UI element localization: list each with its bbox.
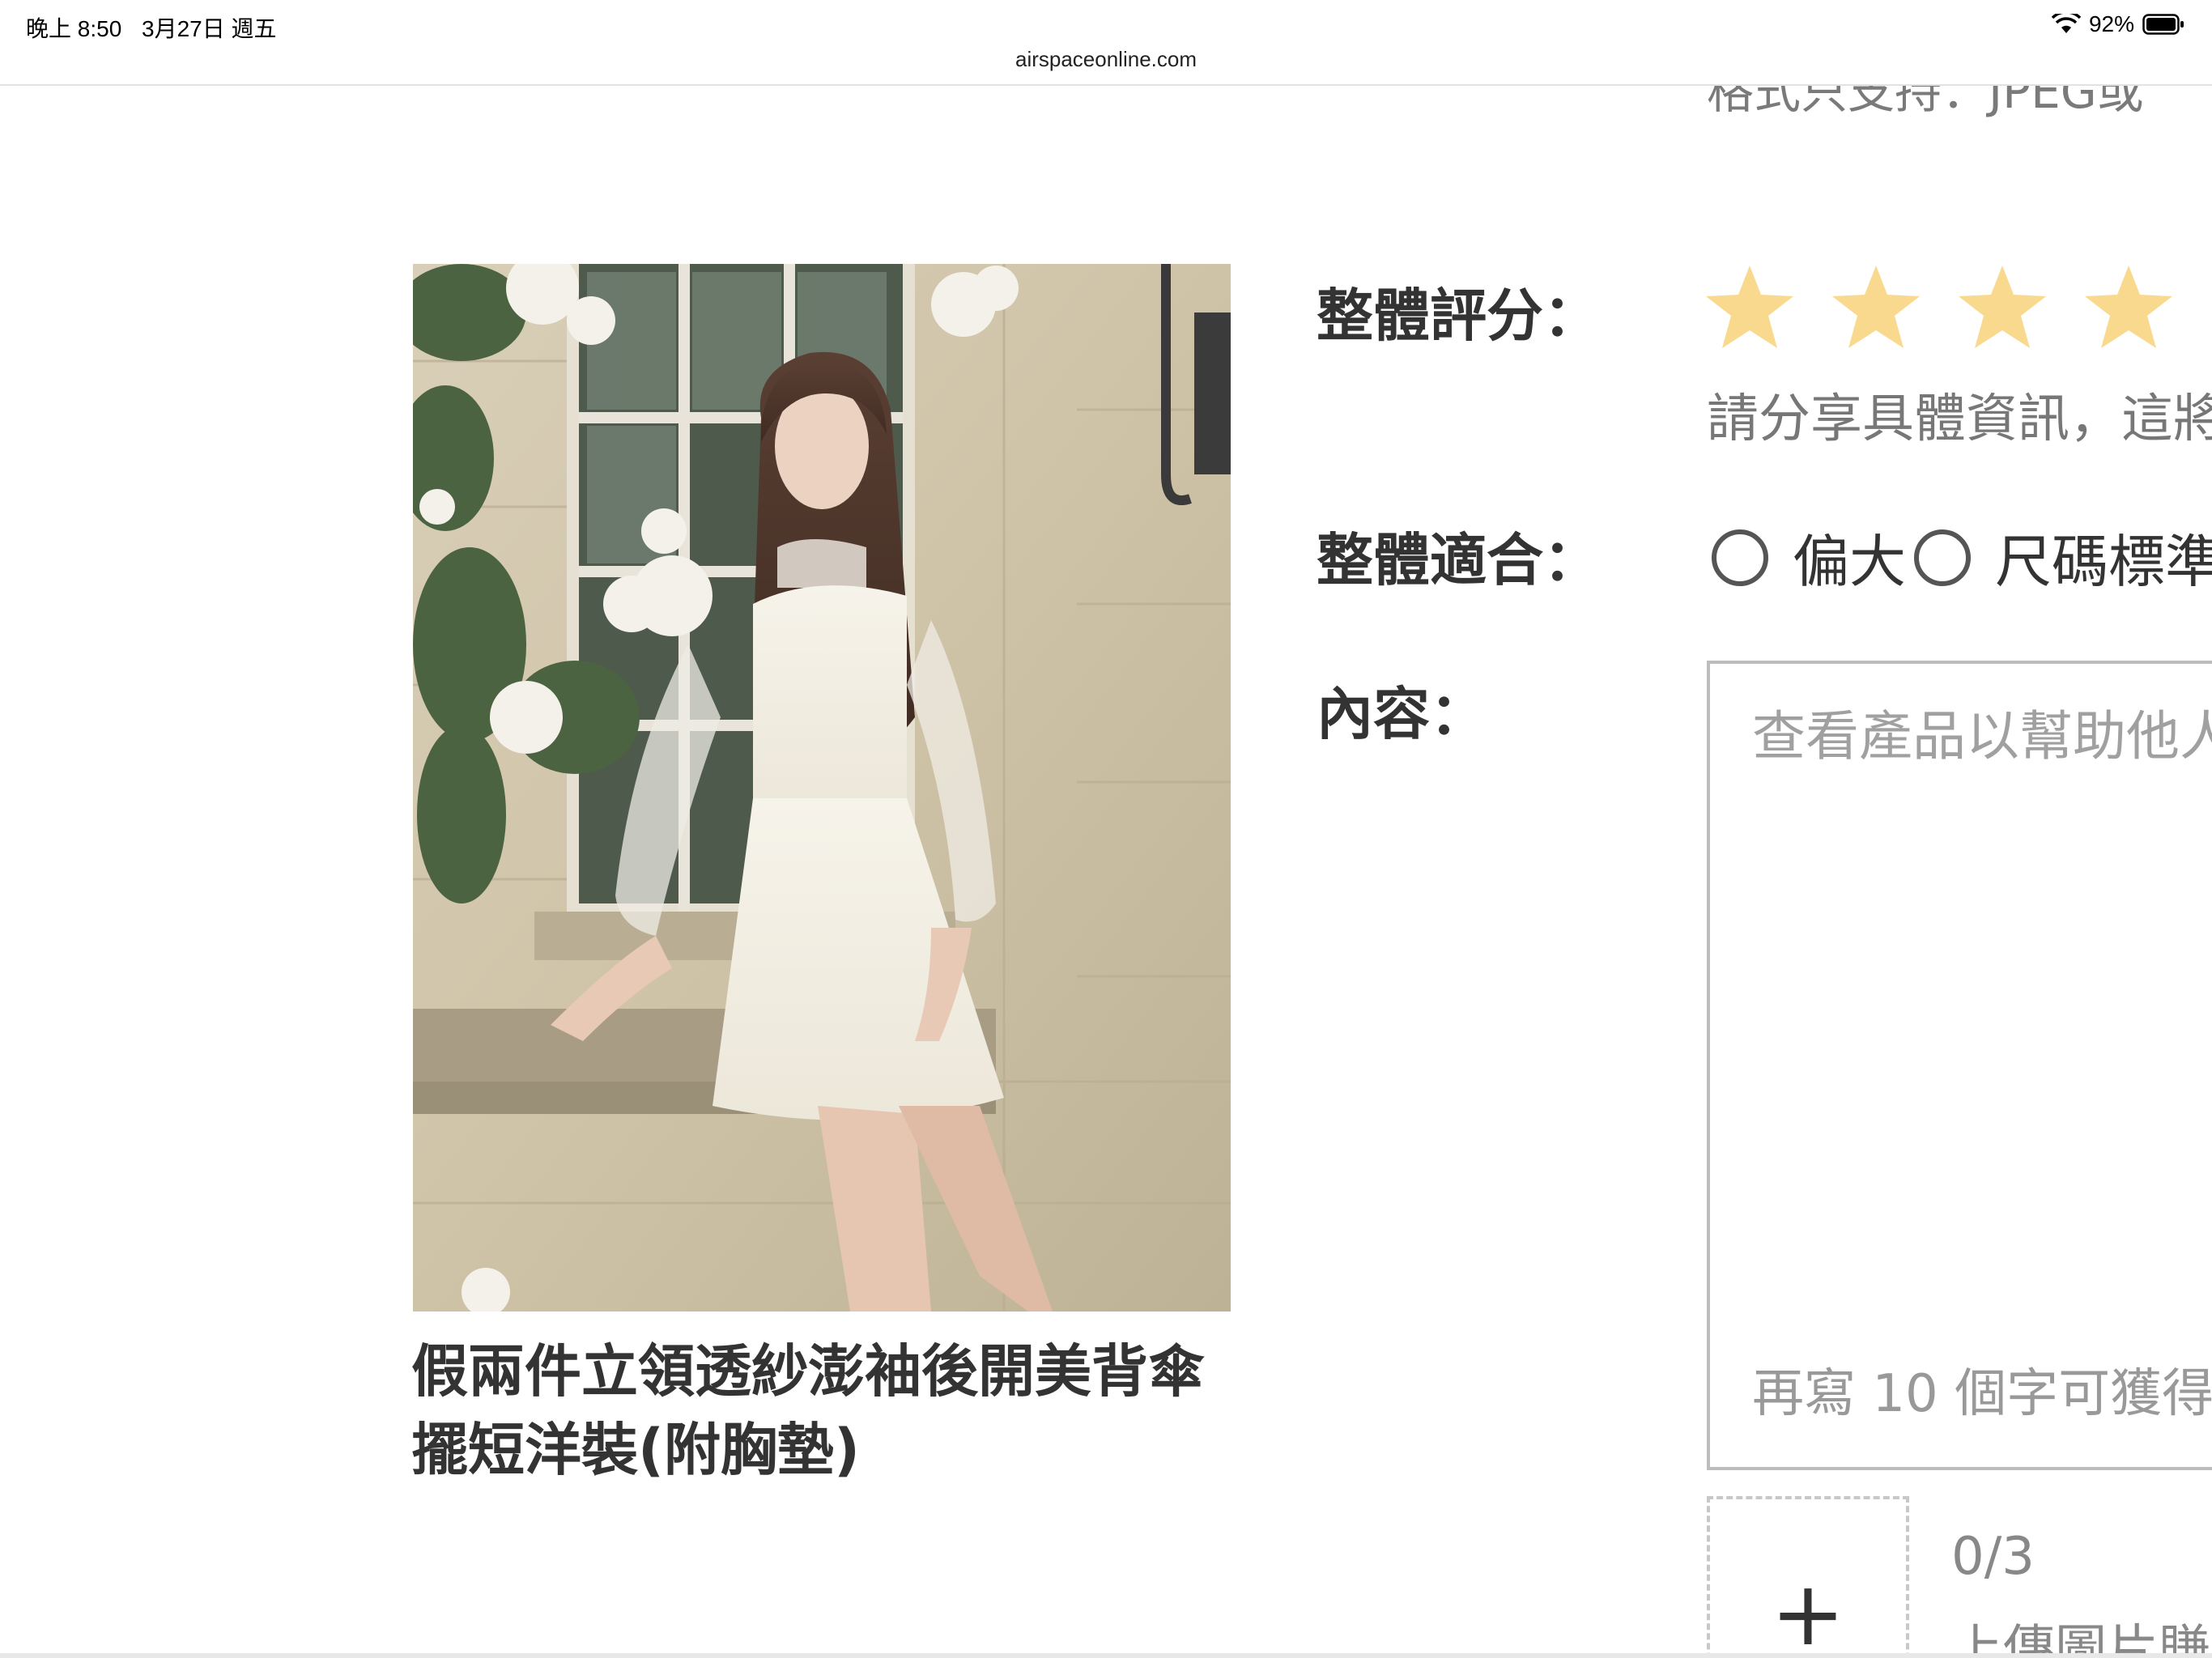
upload-image-button[interactable]: + (1707, 1496, 1909, 1658)
product-title[interactable]: 假兩件立領透紗澎袖後開美背傘 擺短洋裝(附胸墊) (411, 1333, 1253, 1489)
page-content: 格式只支持：JPEG或 假兩件立領透紗澎袖後開美背傘 擺短洋裝(附胸墊) 整體評… (0, 86, 2212, 1658)
star-icon[interactable] (1957, 264, 2048, 353)
wifi-icon (2051, 14, 2081, 33)
star-icon[interactable] (1831, 264, 1921, 353)
product-title-line1: 假兩件立領透紗澎袖後開美背傘 (411, 1338, 1205, 1405)
fit-option-standard-label[interactable]: 尺碼標準 (1995, 517, 2212, 598)
fit-option-large-radio[interactable] (1712, 529, 1768, 586)
star-icon[interactable] (2083, 264, 2174, 353)
star-rating[interactable] (1704, 264, 2174, 353)
review-placeholder: 查看產品以幫助他人 (1752, 705, 2212, 767)
home-indicator-area (0, 1653, 2212, 1658)
rating-hint: 請分享具體資訊，這將 (1707, 389, 2212, 449)
rating-label: 整體評分： (1317, 283, 1600, 349)
status-time: 晚上 8:50 (26, 16, 122, 41)
fit-label: 整體適合： (1317, 527, 1600, 593)
upload-hint: 上傳圖片賺 (1951, 1620, 2210, 1658)
status-date: 3月27日 週五 (142, 16, 277, 41)
review-reward-hint: 再寫 10 個字可獲得 (1752, 1364, 2212, 1424)
product-title-line2: 擺短洋裝(附胸墊) (411, 1416, 860, 1483)
upload-count: 0/3 (1951, 1527, 2035, 1587)
fit-option-large-label[interactable]: 偏大 (1793, 517, 1906, 598)
product-photo (413, 264, 1231, 1312)
star-icon[interactable] (1704, 264, 1795, 353)
status-bar: 晚上 8:50 3月27日 週五 92% (0, 0, 2212, 49)
upload-format-note: 格式只支持：JPEG或 (1707, 86, 2144, 119)
plus-icon: + (1770, 1562, 1846, 1658)
model-in-white-dress-photo (413, 264, 1231, 1312)
status-indicators: 92% (2051, 11, 2184, 37)
fit-options: 偏大 尺碼標準 (1712, 517, 2212, 598)
content-label: 內容： (1317, 681, 1487, 747)
battery-icon (2142, 14, 2184, 35)
review-textarea[interactable]: 查看產品以幫助他人 再寫 10 個字可獲得 (1707, 661, 2212, 1470)
battery-percent: 92% (2088, 11, 2134, 36)
fit-option-standard-radio[interactable] (1914, 529, 1971, 586)
browser-url[interactable]: airspaceonline.com (0, 47, 2212, 83)
